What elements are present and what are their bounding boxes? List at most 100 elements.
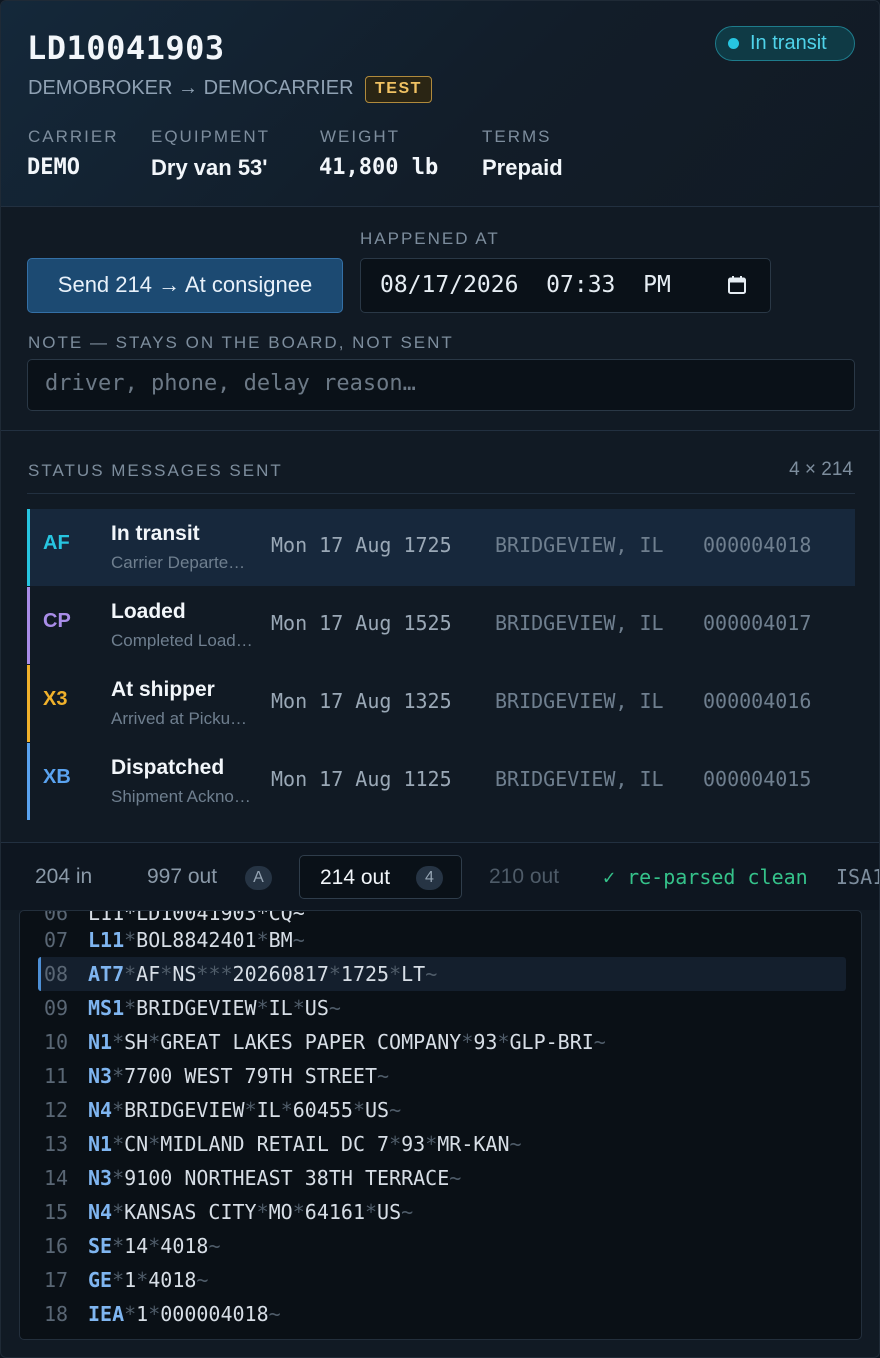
note-placeholder: driver, phone, delay reason…	[45, 371, 416, 396]
status-dot-icon	[728, 38, 739, 49]
code-line: 07 L11*BOL8842401*BM~	[20, 923, 861, 957]
line-number: 08	[44, 962, 69, 986]
code-text: N3*7700 WEST 79TH STREET~	[88, 1064, 390, 1088]
code-text: N1*CN*MIDLAND RETAIL DC 7*93*MR-KAN~	[88, 1132, 522, 1156]
line-number: 11	[44, 1064, 69, 1088]
edi-tab-bar: 204 in 997 out A 214 out 4 210 out ✓ re-…	[1, 842, 880, 910]
status-location: BRIDGEVIEW, IL	[495, 767, 664, 791]
control-number: 000004018	[703, 533, 812, 557]
terms-value: Prepaid	[482, 155, 563, 180]
status-title: At shipper	[111, 678, 215, 701]
status-title: Dispatched	[111, 756, 225, 779]
code-text: N4*BRIDGEVIEW*IL*60455*US~	[88, 1098, 402, 1122]
load-detail-panel: LD10041903 DEMOBROKER → DEMOCARRIER TEST…	[0, 0, 880, 1358]
parse-status: ✓ re-parsed clean	[603, 865, 808, 889]
status-color-bar	[27, 665, 30, 742]
line-number: 09	[44, 996, 69, 1020]
tab-count-badge: 4	[416, 866, 443, 890]
control-number: 000004016	[703, 689, 812, 713]
code-text: IEA*1*000004018~	[88, 1302, 281, 1326]
note-input[interactable]: driver, phone, delay reason…	[27, 359, 855, 411]
happened-at-input[interactable]: 08/17/2026 07:33 PM	[360, 258, 771, 313]
code-line: 09 MS1*BRIDGEVIEW*IL*US~	[20, 991, 861, 1025]
status-messages-count: 4 × 214	[789, 459, 853, 480]
status-form: Send 214 → At consignee HAPPENED AT 08/1…	[1, 207, 879, 431]
weight-value: 41,800 lb	[319, 155, 439, 180]
send-214-button[interactable]: Send 214 → At consignee	[27, 258, 343, 313]
happened-at-value: 08/17/2026 07:33 PM	[380, 272, 671, 298]
carrier-label: CARRIER	[28, 127, 119, 146]
status-color-bar	[27, 743, 30, 820]
status-code: AF	[43, 532, 70, 554]
note-label: NOTE — STAYS ON THE BOARD, NOT SENT	[28, 333, 454, 352]
line-number: 14	[44, 1166, 69, 1190]
code-line: 11 N3*7700 WEST 79TH STREET~	[20, 1059, 861, 1093]
equipment-value: Dry van 53'	[151, 155, 268, 180]
line-number: 07	[44, 928, 69, 952]
status-title: In transit	[111, 522, 200, 545]
status-description: Carrier Departed Pickup Location	[111, 553, 253, 572]
status-description: Arrived at Pickup Location	[111, 709, 253, 728]
tab-204-in[interactable]: 204 in	[35, 855, 92, 899]
status-time: Mon 17 Aug 1525	[271, 611, 452, 635]
status-messages-title: STATUS MESSAGES SENT	[28, 461, 283, 480]
status-code: X3	[43, 688, 68, 710]
terms-label: TERMS	[482, 127, 552, 146]
tab-label: 997 out	[147, 865, 218, 888]
line-number: 17	[44, 1268, 69, 1292]
divider	[27, 493, 855, 494]
load-header: LD10041903 DEMOBROKER → DEMOCARRIER TEST…	[1, 1, 879, 207]
status-message-row[interactable]: X3 At shipper Arrived at Pickup Location…	[27, 665, 855, 742]
status-time: Mon 17 Aug 1325	[271, 689, 452, 713]
status-message-row[interactable]: XB Dispatched Shipment Acknowledged Mon …	[27, 743, 855, 820]
status-code: CP	[43, 610, 71, 632]
code-text: GE*1*4018~	[88, 1268, 209, 1292]
code-line: 17 GE*1*4018~	[20, 1263, 861, 1297]
code-text: MS1*BRIDGEVIEW*IL*US~	[88, 996, 341, 1020]
happened-at-label: HAPPENED AT	[360, 229, 500, 248]
tab-210-out[interactable]: 210 out	[489, 855, 559, 899]
line-number: 16	[44, 1234, 69, 1258]
status-location: BRIDGEVIEW, IL	[495, 689, 664, 713]
tab-997-out[interactable]: 997 out A	[147, 855, 277, 899]
code-line: 12 N4*BRIDGEVIEW*IL*60455*US~	[20, 1093, 861, 1127]
test-badge: TEST	[365, 76, 432, 103]
line-number: 12	[44, 1098, 69, 1122]
code-line: 18 IEA*1*000004018~	[20, 1297, 861, 1331]
code-line: 14 N3*9100 NORTHEAST 38TH TERRACE~	[20, 1161, 861, 1195]
weight-label: WEIGHT	[320, 127, 400, 146]
code-text: N1*SH*GREAT LAKES PAPER COMPANY*93*GLP-B…	[88, 1030, 606, 1054]
code-text: SE*14*4018~	[88, 1234, 221, 1258]
edi-code-view[interactable]: 06 L11*LD10041903*CQ~ 07 L11*BOL8842401*B…	[19, 910, 862, 1340]
route-label: DEMOBROKER → DEMOCARRIER	[28, 77, 354, 99]
line-number: 18	[44, 1302, 69, 1326]
isa-preview: ISA1	[836, 865, 880, 889]
status-message-row[interactable]: CP Loaded Completed Loading at Pickup Mo…	[27, 587, 855, 664]
code-line: 16 SE*14*4018~	[20, 1229, 861, 1263]
tab-214-out[interactable]: 214 out 4	[299, 855, 462, 899]
status-time: Mon 17 Aug 1725	[271, 533, 452, 557]
status-color-bar	[27, 587, 30, 664]
equipment-label: EQUIPMENT	[151, 127, 271, 146]
code-line: 10 N1*SH*GREAT LAKES PAPER COMPANY*93*GLP…	[20, 1025, 861, 1059]
status-color-bar	[27, 509, 30, 586]
line-number: 15	[44, 1200, 69, 1224]
status-badge: In transit	[715, 26, 855, 61]
status-code: XB	[43, 766, 71, 788]
status-description: Shipment Acknowledged	[111, 787, 253, 806]
status-message-row[interactable]: AF In transit Carrier Departed Pickup Lo…	[27, 509, 855, 586]
status-title: Loaded	[111, 600, 186, 623]
line-number: 13	[44, 1132, 69, 1156]
code-line: 15 N4*KANSAS CITY*MO*64161*US~	[20, 1195, 861, 1229]
status-text: In transit	[750, 32, 827, 54]
status-description: Completed Loading at Pickup	[111, 631, 253, 650]
line-number: 10	[44, 1030, 69, 1054]
status-location: BRIDGEVIEW, IL	[495, 533, 664, 557]
code-line: 13 N1*CN*MIDLAND RETAIL DC 7*93*MR-KAN~	[20, 1127, 861, 1161]
calendar-icon[interactable]	[727, 275, 747, 295]
carrier-value: DEMO	[27, 155, 80, 180]
load-id: LD10041903	[27, 29, 225, 67]
code-text: N4*KANSAS CITY*MO*64161*US~	[88, 1200, 414, 1224]
code-text: AT7*AF*NS***20260817*1725*LT~	[88, 962, 438, 986]
control-number: 000004015	[703, 767, 812, 791]
